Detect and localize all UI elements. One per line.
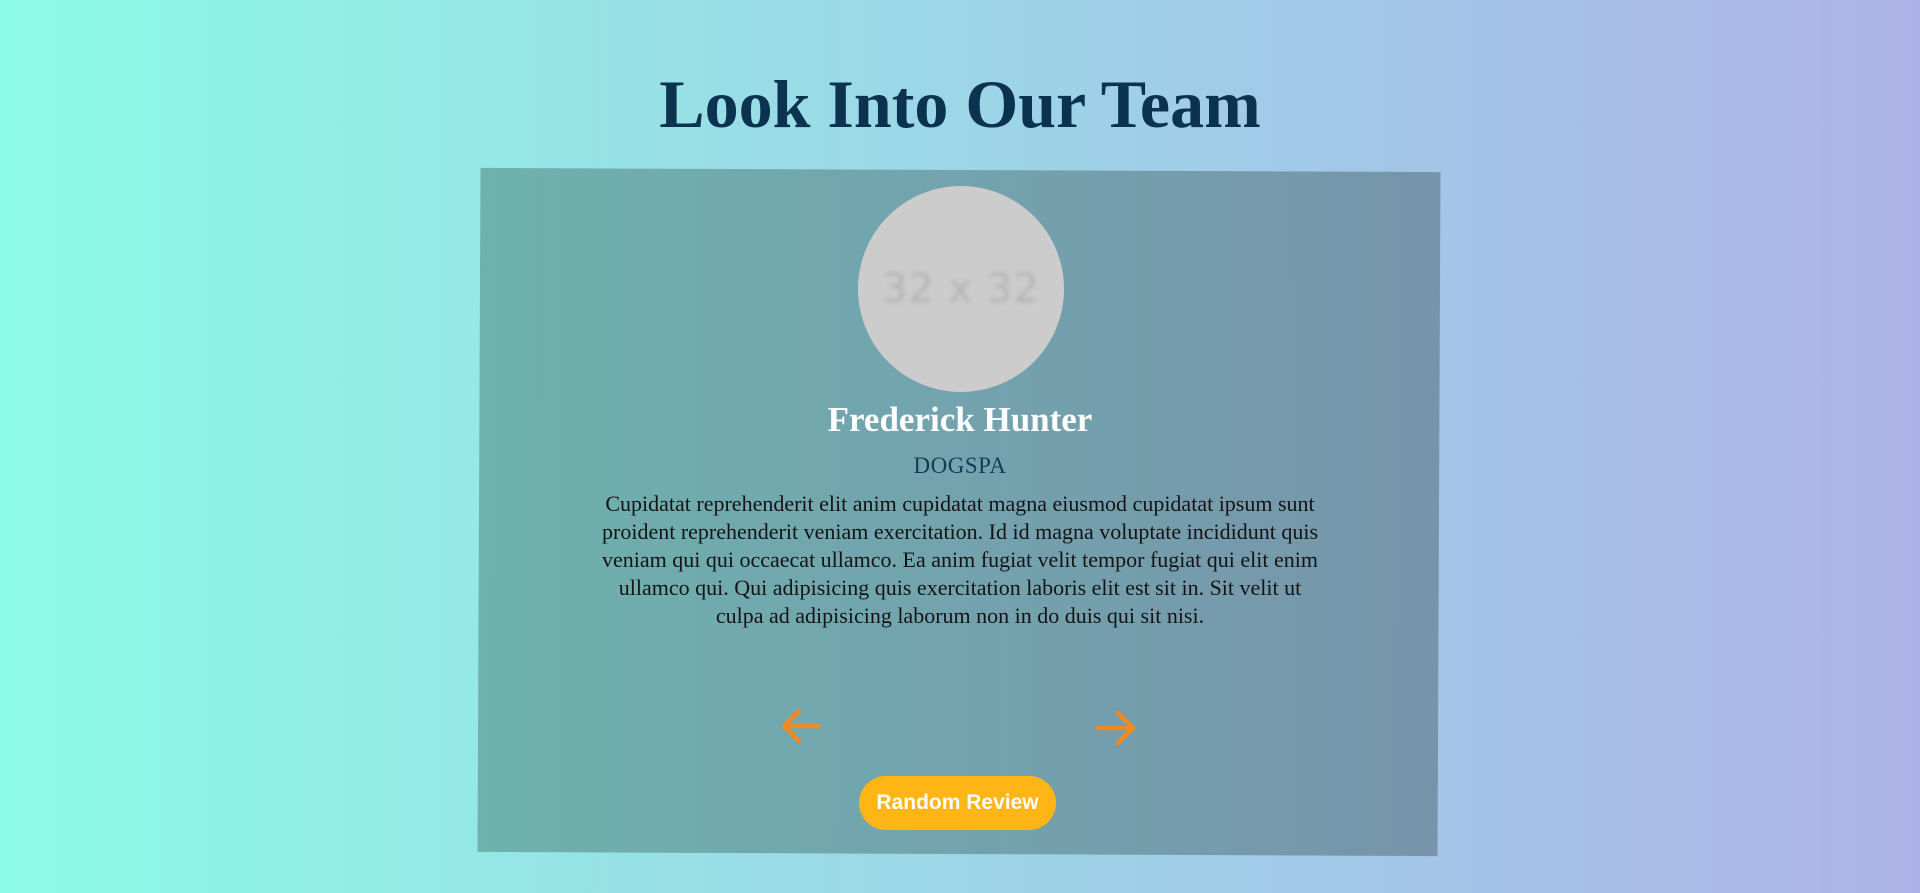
review-text: Cupidatat reprehenderit elit anim cupida… (602, 491, 1318, 628)
page-title: Look Into Our Team (659, 66, 1261, 142)
random-review-button[interactable]: Random Review (859, 776, 1056, 830)
arrow-left-icon (781, 708, 822, 744)
avatar-placeholder-text: 32 x 32 (882, 266, 1040, 312)
avatar: 32 x 32 (858, 186, 1064, 392)
arrow-right-icon (1095, 710, 1136, 746)
prev-review-button[interactable] (778, 706, 824, 746)
reviewer-name: Frederick Hunter (827, 400, 1093, 439)
reviewer-company: DOGSPA (913, 453, 1007, 478)
next-review-button[interactable] (1093, 708, 1139, 748)
